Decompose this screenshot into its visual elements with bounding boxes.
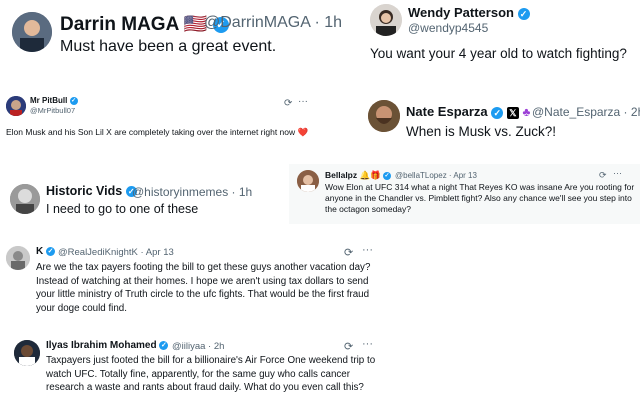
avatar[interactable]: [368, 100, 400, 132]
display-name[interactable]: Historic Vids ✓: [46, 184, 137, 198]
tweet-card-pitbull[interactable]: Mr PitBull ✓ @MrPitbull07 ⟳ ··· Elon Mus…: [0, 88, 325, 158]
avatar-photo-icon: [297, 170, 319, 192]
emoji-icons: 🔔🎁: [359, 170, 381, 180]
more-icon[interactable]: ···: [298, 96, 308, 107]
avatar[interactable]: [10, 184, 40, 214]
verified-badge-icon: ✓: [46, 246, 56, 256]
handle[interactable]: @wendyp4545: [408, 21, 488, 35]
display-name[interactable]: K ✓: [36, 246, 56, 257]
avatar[interactable]: [6, 96, 26, 116]
avatar-photo-icon: [6, 96, 26, 116]
handle[interactable]: @bellaTLopez · Apr 13: [395, 171, 477, 180]
tweet-text: Taxpayers just footed the bill for a bil…: [46, 355, 376, 393]
handle[interactable]: @DarrinMAGA · 1h: [204, 14, 342, 32]
community-icon: ♣: [522, 105, 531, 119]
handle[interactable]: @iiliyaa · 2h: [172, 341, 224, 352]
grok-icon[interactable]: ⟳: [344, 246, 353, 259]
verified-badge-icon: ✓: [159, 340, 169, 350]
avatar[interactable]: [12, 12, 52, 52]
handle[interactable]: @RealJediKnightK · Apr 13: [58, 247, 174, 258]
more-icon[interactable]: ···: [362, 338, 373, 350]
display-name[interactable]: Ilyas Ibrahim Mohamed ✓: [46, 340, 169, 351]
more-icon[interactable]: ···: [362, 244, 373, 256]
avatar-photo-icon: [6, 246, 30, 270]
tweet-text: Must have been a great event.: [60, 38, 277, 55]
display-name[interactable]: Nate Esparza ✓ 𝕏 ♣: [406, 104, 530, 119]
tweet-text: I need to go to one of these: [46, 202, 199, 216]
avatar-photo-icon: [368, 100, 400, 132]
handle[interactable]: @historyinmemes · 1h: [132, 185, 252, 199]
verified-badge-icon: ✓: [517, 7, 530, 20]
tweet-card-k[interactable]: K ✓ @RealJediKnightK · Apr 13 ⟳ ··· Are …: [0, 240, 385, 328]
tweet-text: Are we the tax payers footing the bill t…: [36, 262, 371, 314]
tweet-card-wendy[interactable]: Wendy Patterson ✓ @wendyp4545 You want y…: [358, 0, 640, 70]
avatar[interactable]: [370, 4, 402, 36]
avatar[interactable]: [6, 246, 30, 270]
tweet-card-nate[interactable]: Nate Esparza ✓ 𝕏 ♣ @Nate_Esparza · 2h Wh…: [360, 96, 640, 146]
tweet-card-historic[interactable]: Historic Vids ✓ @historyinmemes · 1h I n…: [0, 176, 275, 222]
more-icon[interactable]: ···: [613, 168, 622, 178]
tweet-text: When is Musk vs. Zuck?!: [406, 124, 557, 139]
avatar[interactable]: [14, 340, 40, 366]
tweet-text: Wow Elon at UFC 314 what a night That Re…: [325, 182, 635, 214]
grok-icon[interactable]: ⟳: [284, 98, 292, 109]
tweet-card-bella[interactable]: Bellalpz 🔔🎁 ✓ @bellaTLopez · Apr 13 ⟳ ··…: [289, 164, 640, 224]
handle[interactable]: @MrPitbull07: [30, 106, 75, 115]
avatar-photo-icon: [14, 340, 40, 366]
avatar-photo-icon: [10, 184, 40, 214]
verified-badge-icon: ✓: [383, 171, 392, 180]
display-name[interactable]: Mr PitBull ✓: [30, 96, 78, 105]
verified-badge-icon: ✓: [491, 106, 504, 119]
tweet-text: You want your 4 year old to watch fighti…: [370, 46, 627, 61]
heart-emoji: ❤️: [297, 127, 309, 137]
avatar-photo-icon: [12, 12, 52, 52]
display-name[interactable]: Bellalpz 🔔🎁 ✓: [325, 170, 392, 181]
tweet-card-darrin[interactable]: Darrin MAGA 🇺🇸 ✓ @DarrinMAGA · 1h Must h…: [0, 0, 355, 62]
grok-icon[interactable]: ⟳: [344, 340, 353, 353]
avatar-photo-icon: [370, 4, 402, 36]
tweet-card-ilyas[interactable]: Ilyas Ibrahim Mohamed ✓ @iiliyaa · 2h ⟳ …: [0, 334, 385, 400]
tweet-text: Elon Musk and his Son Lil X are complete…: [6, 127, 309, 137]
verified-badge-icon: ✓: [69, 96, 78, 105]
grok-icon[interactable]: ⟳: [599, 170, 607, 181]
avatar[interactable]: [297, 170, 319, 192]
x-logo-icon: 𝕏: [506, 107, 519, 119]
handle[interactable]: @Nate_Esparza · 2h: [532, 105, 640, 119]
display-name[interactable]: Wendy Patterson ✓: [408, 5, 530, 20]
